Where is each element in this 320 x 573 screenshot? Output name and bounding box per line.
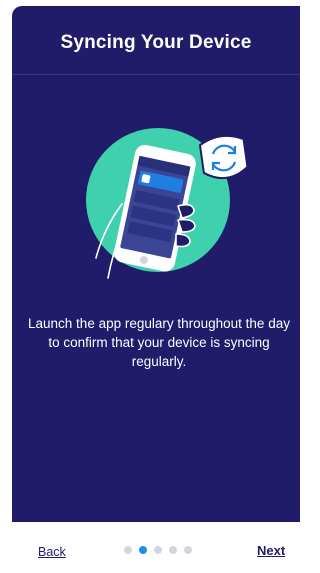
pagination-dots [124, 546, 192, 554]
onboarding-card: Syncing Your Device Launch the app regul… [12, 6, 300, 522]
phone-sync-illustration [86, 128, 249, 279]
back-button[interactable]: Back [38, 545, 66, 559]
pagination-dot[interactable] [184, 546, 192, 554]
page-title: Syncing Your Device [60, 32, 252, 53]
pagination-dot[interactable] [169, 546, 177, 554]
pagination-dot[interactable] [124, 546, 132, 554]
header-divider [12, 74, 300, 75]
pagination-dot[interactable] [154, 546, 162, 554]
footer-bar: Back Next [0, 522, 300, 573]
next-button[interactable]: Next [257, 543, 285, 558]
onboarding-screen: Syncing Your Device Launch the app regul… [0, 0, 300, 573]
sync-icon [198, 134, 249, 180]
pagination-dot[interactable] [139, 546, 147, 554]
description-text: Launch the app regulary throughout the d… [28, 316, 290, 369]
